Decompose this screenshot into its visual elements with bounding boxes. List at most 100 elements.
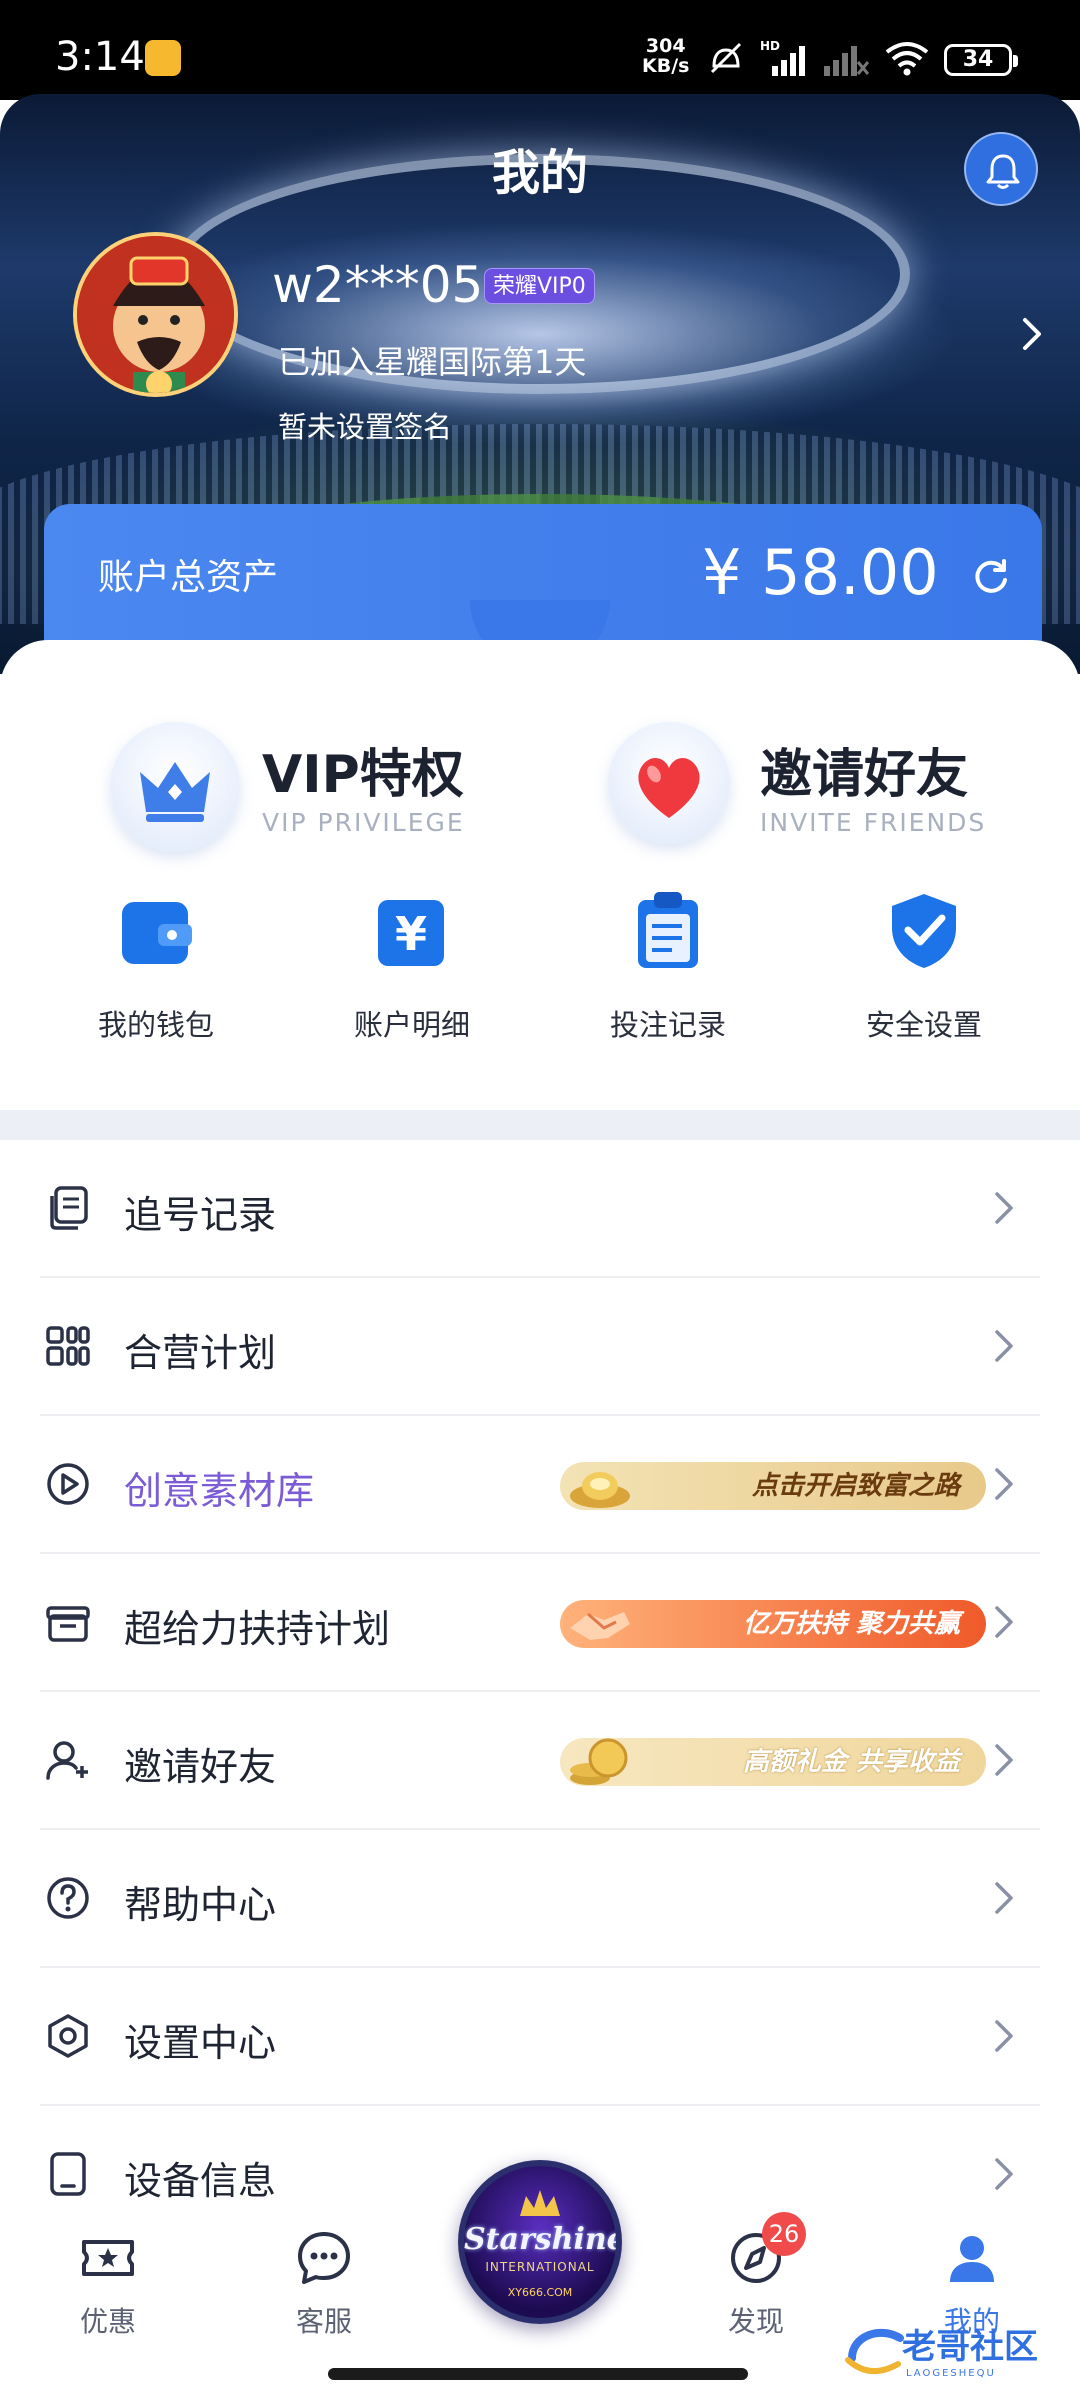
promo-banner-rewards[interactable]: 高额礼金 共享收益 [560, 1738, 986, 1786]
heart-icon [638, 757, 700, 818]
home-indicator[interactable] [328, 2368, 748, 2380]
chevron-right-icon [995, 1468, 1013, 1500]
chevron-right-icon [995, 2020, 1013, 2052]
center-home-logo-button[interactable]: Starshine INTERNATIONAL XY666.COM [458, 2160, 622, 2324]
promo-text: 亿万扶持 聚力共赢 [742, 1609, 960, 1639]
chevron-right-icon [995, 1330, 1013, 1362]
nav-label: 发现 [727, 2305, 784, 2338]
crown-badge [110, 722, 240, 852]
chat-bubble-icon [298, 2232, 350, 2284]
menu-label: 设置中心 [124, 2021, 277, 2065]
join-days-text: 已加入星耀国际第1天 [278, 343, 587, 381]
bell-icon [986, 154, 1020, 189]
vip-level-badge[interactable]: 荣耀VIP0 [484, 268, 595, 304]
hexagon-settings-icon [48, 2014, 88, 2058]
shortcut-bet-records-label: 投注记录 [609, 1008, 726, 1042]
notification-app-icon [145, 40, 181, 76]
shortcut-wallet-label: 我的钱包 [97, 1008, 214, 1042]
menu-label: 合营计划 [124, 1331, 277, 1375]
menu-label: 帮助中心 [124, 1883, 277, 1927]
copy-list-icon [50, 1186, 88, 1230]
chevron-right-icon [995, 1744, 1013, 1776]
status-bar: 3:14 304 KB/s HD 34 [0, 0, 1080, 100]
person-icon [950, 2236, 994, 2282]
shortcut-wallet[interactable]: 我的钱包 [56, 890, 256, 1050]
network-speed: 304 KB/s [642, 36, 689, 76]
menu-label: 设备信息 [124, 2159, 277, 2203]
shortcut-security-settings[interactable]: 安全设置 [824, 890, 1024, 1050]
play-circle-icon [47, 1463, 89, 1505]
vip-privilege-card[interactable]: VIP特权 VIP PRIVILEGE [110, 718, 510, 858]
vip-privilege-title: VIP特权 [262, 745, 464, 805]
nav-tab-discover[interactable]: 发现 [686, 2228, 826, 2340]
menu-label: 邀请好友 [124, 1745, 277, 1789]
avatar[interactable] [73, 232, 238, 397]
mute-vibrate-icon [710, 42, 742, 74]
chevron-right-icon [995, 1882, 1013, 1914]
section-divider [0, 1110, 1080, 1140]
tablet-icon [50, 2152, 86, 2196]
signal-hd-icon: HD [760, 39, 805, 76]
menu-item-settings-center[interactable]: 设置中心 [40, 1968, 1040, 2106]
notification-button[interactable] [964, 132, 1038, 206]
menu-label: 追号记录 [124, 1193, 277, 1237]
yen-document-icon: ¥ [378, 900, 444, 966]
shield-check-icon [892, 894, 956, 968]
menu-item-help-center[interactable]: 帮助中心 [40, 1830, 1040, 1968]
refresh-icon[interactable] [970, 556, 1012, 598]
menu-item-invite-friends[interactable]: 邀请好友 高额礼金 共享收益 [40, 1692, 1040, 1830]
profile-chevron-right-icon[interactable] [1020, 316, 1044, 352]
menu-label: 超给力扶持计划 [124, 1607, 391, 1651]
clipboard-icon [638, 892, 698, 968]
shortcut-account-details[interactable]: ¥ 账户明细 [312, 890, 512, 1050]
network-speed-value: 304 [645, 35, 686, 57]
crown-logo-icon [520, 2190, 560, 2216]
network-speed-unit: KB/s [642, 55, 690, 77]
total-assets-value: ¥ 58.00 [702, 536, 939, 609]
signal-weak-icon [824, 46, 870, 76]
logo-subbrand: INTERNATIONAL [485, 2260, 595, 2274]
nav-tab-customer-service[interactable]: 客服 [254, 2228, 394, 2340]
menu-item-support-plan[interactable]: 超给力扶持计划 亿万扶持 聚力共赢 [40, 1554, 1040, 1692]
grid-icon [46, 1326, 90, 1366]
wallet-icon [122, 902, 192, 964]
menu-item-chase-records[interactable]: 追号记录 [40, 1140, 1040, 1278]
heart-badge [608, 722, 730, 844]
invite-friends-card[interactable]: 邀请好友 INVITE FRIENDS [608, 718, 1028, 858]
invite-friends-subtitle: INVITE FRIENDS [760, 808, 987, 837]
coin-stack-icon [570, 1738, 628, 1785]
promo-text: 点击开启致富之路 [751, 1471, 960, 1501]
chevron-right-icon [995, 1192, 1013, 1224]
question-circle-icon [47, 1877, 89, 1919]
nav-label: 优惠 [79, 2305, 136, 2338]
vip-privilege-subtitle: VIP PRIVILEGE [262, 808, 465, 837]
shortcut-account-details-label: 账户明细 [353, 1008, 470, 1042]
nav-label: 客服 [295, 2305, 352, 2338]
promo-banner-support[interactable]: 亿万扶持 聚力共赢 [560, 1600, 986, 1648]
discover-badge: 26 [762, 2212, 806, 2256]
ticket-star-icon [82, 2240, 134, 2276]
community-watermark-logo: 老哥社区 LAOGESHEQU [845, 2327, 1038, 2379]
shortcut-bet-records[interactable]: 投注记录 [568, 890, 768, 1050]
crown-icon [140, 762, 210, 822]
svg-text:HD: HD [760, 39, 780, 53]
page-title: 我的 [491, 145, 588, 201]
menu-item-joint-plan[interactable]: 合营计划 [40, 1278, 1040, 1416]
menu-item-creative-library[interactable]: 创意素材库 点击开启致富之路 [40, 1416, 1040, 1554]
svg-text:¥: ¥ [395, 907, 427, 961]
shortcut-security-settings-label: 安全设置 [865, 1008, 982, 1042]
add-user-icon [46, 1741, 88, 1780]
chevron-right-icon [995, 1606, 1013, 1638]
signature-text[interactable]: 暂未设置签名 [278, 404, 452, 446]
handshake-icon [570, 1612, 630, 1640]
gold-ingot-icon [570, 1472, 630, 1508]
battery-icon: 34 [944, 44, 1018, 76]
watermark-title: 老哥社区 [902, 2327, 1038, 2367]
nav-tab-promotions[interactable]: 优惠 [38, 2228, 178, 2340]
menu-label: 创意素材库 [124, 1469, 315, 1513]
status-time: 3:14 [55, 34, 145, 80]
chevron-right-icon [995, 2158, 1013, 2190]
total-assets-label: 账户总资产 [98, 557, 279, 598]
promo-banner-wealth[interactable]: 点击开启致富之路 [560, 1462, 986, 1510]
logo-url: XY666.COM [507, 2286, 573, 2299]
